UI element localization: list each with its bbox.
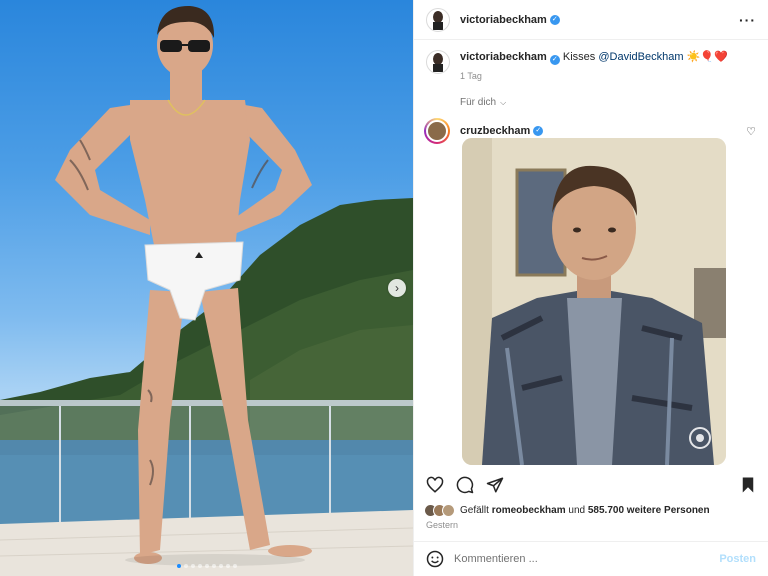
carousel-dot (197, 564, 202, 568)
likes-summary[interactable]: Gefällt romeobeckham und 585.700 weitere… (424, 504, 710, 517)
comment-composer: Posten (414, 541, 768, 576)
comment-gif[interactable] (462, 138, 726, 465)
gif-scene (462, 138, 726, 465)
post-date[interactable]: Gestern (426, 520, 458, 530)
post-detail-panel: victoriabeckham ✓ ··· victoriabeckham ✓ K… (413, 0, 768, 576)
carousel-dot (225, 564, 230, 568)
carousel-dot (232, 564, 237, 568)
carousel-dot (183, 564, 188, 568)
carousel-next-button[interactable]: › (388, 279, 406, 297)
liker-avatar (442, 504, 455, 517)
likes-user-link[interactable]: romeobeckham (492, 505, 566, 516)
more-options-icon[interactable]: ··· (739, 12, 756, 28)
post-comment-button[interactable]: Posten (719, 553, 756, 565)
photo-scene (0, 5, 413, 576)
carousel-dot (176, 564, 181, 568)
carousel-indicator (0, 564, 413, 568)
carousel-dot (218, 564, 223, 568)
verified-badge-icon: ✓ (533, 126, 544, 136)
send-icon[interactable] (486, 476, 504, 494)
caption-avatar[interactable] (426, 50, 450, 74)
likes-count-link[interactable]: 585.700 weitere Personen (588, 505, 710, 516)
caption-text: Kisses (562, 51, 596, 63)
comment-icon[interactable] (456, 476, 474, 494)
for-you-filter[interactable]: Für dich ⌵ (460, 97, 768, 108)
avatar-portrait (433, 10, 443, 30)
chevron-down-icon: ⌵ (500, 97, 507, 107)
post-time[interactable]: 1 Tag (460, 69, 728, 83)
caption-mention-link[interactable]: @DavidBeckham (598, 51, 683, 63)
carousel-dot (190, 564, 195, 568)
for-you-label: Für dich (460, 97, 497, 108)
comment-like-heart-icon[interactable]: ♡ (746, 125, 756, 138)
carousel-dot (211, 564, 216, 568)
likes-prefix: Gefällt (460, 505, 489, 516)
post-header: victoriabeckham ✓ ··· (414, 0, 768, 40)
caption-username[interactable]: victoriabeckham (460, 51, 547, 63)
commenter-username[interactable]: cruzbeckham (460, 125, 530, 137)
verified-badge-icon: ✓ (549, 14, 560, 25)
likes-middle: und (568, 505, 586, 516)
verified-badge-icon: ✓ (549, 55, 560, 65)
post-photo[interactable]: › (0, 0, 413, 576)
liker-avatars (424, 504, 455, 517)
author-avatar[interactable] (426, 7, 450, 32)
avatar-portrait (433, 53, 443, 72)
author-username[interactable]: victoriabeckham (460, 14, 547, 26)
caption: victoriabeckham ✓ Kisses @DavidBeckham ☀️… (414, 40, 768, 83)
comment-input[interactable] (454, 553, 720, 565)
carousel-dot (204, 564, 209, 568)
commenter-avatar[interactable] (424, 118, 450, 144)
emoji-icon[interactable] (426, 550, 444, 568)
bookmark-icon[interactable] (740, 476, 756, 494)
post-actions (426, 475, 756, 495)
caption-emojis: ☀️🎈❤️ (686, 51, 728, 63)
heart-icon[interactable] (426, 476, 444, 494)
